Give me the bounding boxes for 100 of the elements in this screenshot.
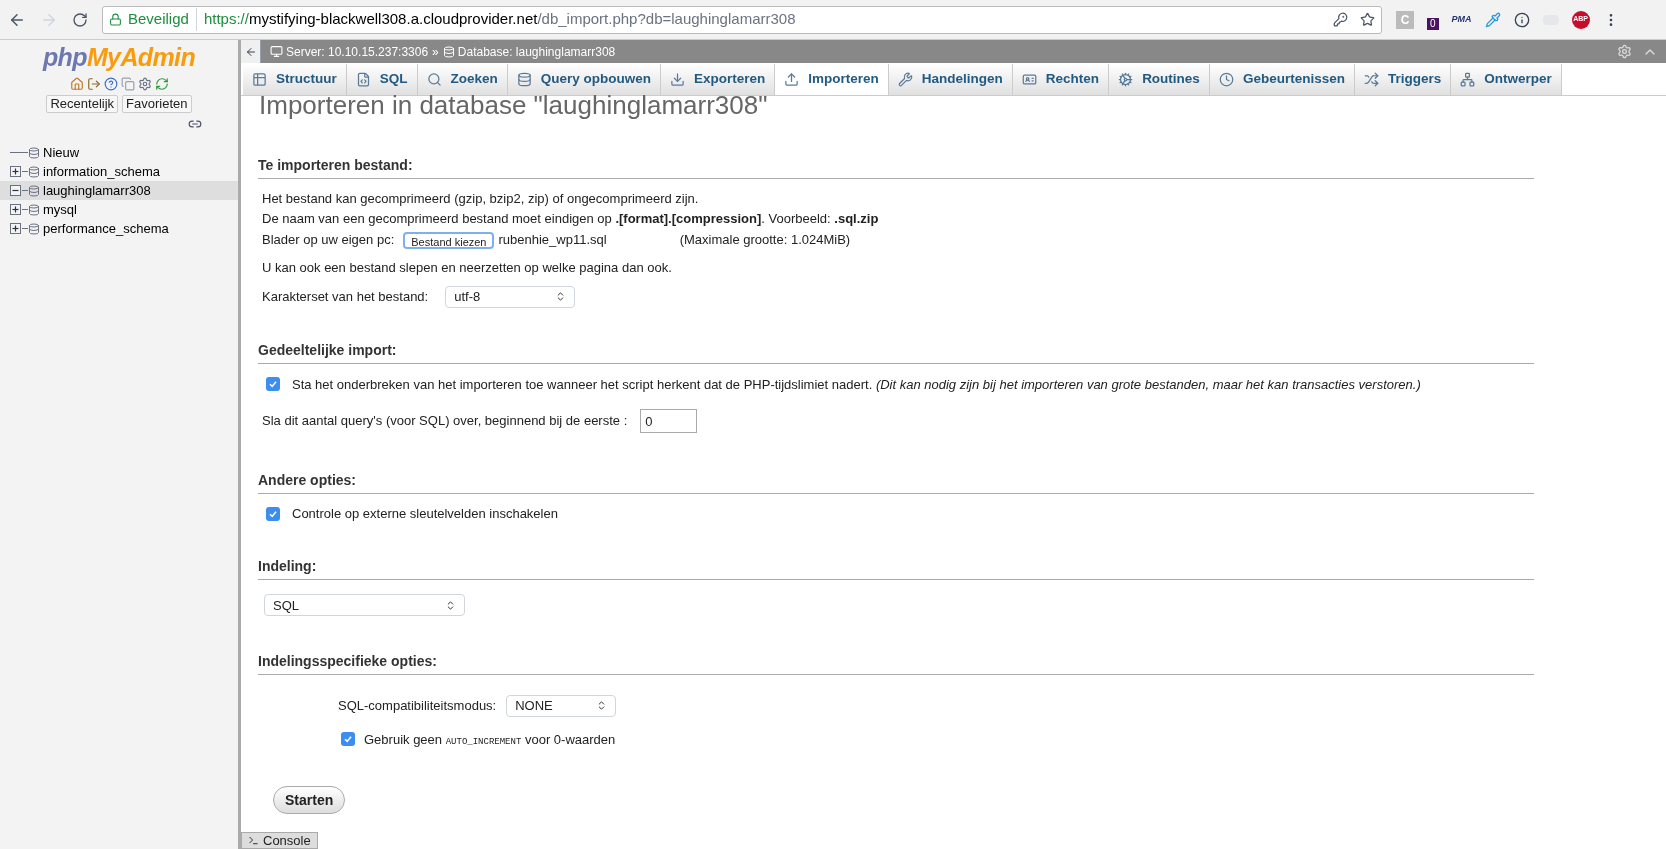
checkbox[interactable] bbox=[341, 732, 355, 747]
collapse-icon[interactable] bbox=[10, 185, 21, 196]
home-icon[interactable] bbox=[69, 77, 84, 91]
export-icon bbox=[670, 72, 686, 87]
database-icon bbox=[28, 184, 40, 197]
tab[interactable]: SQL bbox=[346, 64, 418, 95]
breadcrumb-link[interactable]: Server: 10.10.15.237:3306 bbox=[286, 42, 429, 61]
option-label: Controle op externe sleutelvelden inschakelen bbox=[292, 505, 558, 523]
tab[interactable]: Structuur bbox=[243, 64, 347, 95]
sidebar-button[interactable]: Recentelijk bbox=[46, 95, 119, 113]
section-heading: Gedeeltelijke import: bbox=[258, 339, 1534, 364]
database-icon bbox=[28, 165, 40, 178]
eyedropper-icon[interactable] bbox=[1484, 11, 1501, 28]
server-icon bbox=[270, 45, 283, 58]
collapse-sidebar-button[interactable] bbox=[241, 40, 261, 63]
description-text: De naam van een gecomprimeerd bestand moet eindigen op .[format].[compression]. Voorbeeld: .sql.zip bbox=[262, 209, 880, 228]
database-icon bbox=[28, 203, 40, 216]
tree-label: laughinglamarr308 bbox=[43, 181, 151, 200]
star-icon[interactable] bbox=[1360, 12, 1375, 27]
url-text: https://mystifying-blackwell308.a.cloudprovider.net/db_import.php?db=laughinglamarr308 bbox=[203, 9, 796, 30]
tree-label: information_schema bbox=[43, 162, 161, 181]
compatibility-select[interactable]: NONE bbox=[506, 694, 617, 717]
sidebar-button[interactable]: Favorieten bbox=[122, 95, 192, 113]
diagram-icon bbox=[1460, 72, 1476, 87]
option-label: Gebruik geen AUTO_INCREMENT voor 0-waarden bbox=[364, 730, 616, 749]
clock-icon bbox=[1218, 72, 1234, 87]
tree-item[interactable]: information_schema bbox=[0, 162, 238, 181]
help-icon[interactable] bbox=[103, 77, 118, 91]
arrow-left-icon bbox=[244, 45, 257, 58]
description-text: Het bestand kan gecomprimeerd (gzip, bzip2, zip) of ongecomprimeerd zijn. bbox=[262, 190, 700, 208]
section-heading: Te importeren bestand: bbox=[258, 155, 1534, 179]
tree-item[interactable]: Nieuw bbox=[0, 143, 238, 162]
option-label: Sta het onderbreken van het importeren toe wanneer het script herkent dat de PHP-tijdslimiet nadert. (Dit kan nodig zijn bij het importeren van grote bestanden, maar het kan transacties verstoren.) bbox=[292, 375, 1421, 394]
search-icon bbox=[426, 72, 442, 87]
checkbox[interactable] bbox=[266, 377, 280, 392]
terminal-icon bbox=[248, 835, 259, 846]
extension-icon[interactable]: PMA bbox=[1451, 12, 1472, 27]
choose-file-button[interactable]: Bestand kiezen bbox=[403, 231, 495, 249]
field-label: Blader op uw eigen pc: bbox=[262, 231, 395, 250]
tree-item[interactable]: laughinglamarr308 bbox=[0, 181, 238, 200]
format-select[interactable]: SQL bbox=[264, 594, 465, 617]
file-name: rubenhie_wp11.sql bbox=[498, 231, 607, 250]
tab[interactable]: Ontwerper bbox=[1451, 64, 1562, 95]
table-icon bbox=[252, 72, 267, 87]
tree-label: performance_schema bbox=[43, 219, 169, 238]
section-heading: Andere opties: bbox=[258, 470, 1534, 494]
document-icon bbox=[355, 72, 371, 87]
hint-text: U kan ook een bestand slepen en neerzetten op welke pagina dan ook. bbox=[262, 259, 673, 277]
settings-icon[interactable] bbox=[137, 77, 152, 91]
page-title: Importeren in database "laughinglamarr308" bbox=[259, 92, 769, 118]
reload-icon[interactable] bbox=[154, 77, 169, 91]
new-database-icon bbox=[28, 146, 40, 159]
tree-item[interactable]: mysql bbox=[0, 200, 238, 219]
tab[interactable]: Exporteren bbox=[661, 64, 776, 95]
database-icon bbox=[516, 72, 532, 87]
console-tab[interactable]: Console bbox=[241, 832, 318, 849]
tree-item[interactable]: performance_schema bbox=[0, 219, 238, 238]
key-icon[interactable] bbox=[1333, 12, 1348, 27]
tab[interactable]: Zoeken bbox=[417, 64, 508, 95]
info-icon[interactable] bbox=[1513, 11, 1530, 28]
gears-icon bbox=[1118, 72, 1134, 87]
section-heading: Indeling: bbox=[258, 555, 1534, 580]
shuffle-icon bbox=[1363, 72, 1379, 87]
section-heading: Indelingsspecifieke opties: bbox=[258, 650, 1534, 675]
checkmark-icon bbox=[268, 508, 278, 519]
extension-badge[interactable]: 0 bbox=[1427, 17, 1439, 30]
checkmark-icon bbox=[343, 734, 353, 745]
exit-icon[interactable] bbox=[86, 77, 101, 91]
tab[interactable]: Handelingen bbox=[888, 64, 1013, 95]
phpmyadmin-logo[interactable]: phpMyAdmin bbox=[0, 42, 238, 72]
link-icon[interactable] bbox=[188, 117, 202, 131]
tab[interactable]: Triggers bbox=[1354, 64, 1452, 95]
expand-icon[interactable] bbox=[10, 204, 21, 215]
skip-count-field[interactable]: 0 bbox=[640, 409, 698, 433]
field-label: Karakterset van het bestand: bbox=[262, 287, 429, 306]
expand-icon[interactable] bbox=[10, 223, 21, 234]
breadcrumb-link[interactable]: Database: laughinglamarr308 bbox=[457, 42, 616, 61]
tab[interactable]: Rechten bbox=[1012, 64, 1110, 95]
import-icon bbox=[784, 72, 800, 87]
field-label: Sla dit aantal query's (voor SQL) over, beginnend bij de eerste : bbox=[262, 412, 628, 431]
expand-icon[interactable] bbox=[10, 166, 21, 177]
breadcrumb-separator: » bbox=[432, 43, 439, 61]
tree-label: Nieuw bbox=[43, 143, 80, 162]
charset-select[interactable]: utf-8 bbox=[445, 285, 576, 308]
database-icon bbox=[442, 45, 455, 58]
address-bar[interactable]: Beveiligd https://mystifying-blackwell308.a.cloudprovider.net/db_import.php?db=laughinglamarr308 bbox=[102, 5, 1382, 34]
checkbox[interactable] bbox=[266, 506, 280, 521]
documents-icon[interactable] bbox=[120, 77, 135, 91]
tab[interactable]: Gebeurtenissen bbox=[1209, 64, 1355, 95]
wrench-icon bbox=[897, 72, 913, 87]
database-icon bbox=[28, 222, 40, 235]
lock-icon bbox=[109, 13, 122, 26]
checkmark-icon bbox=[268, 379, 278, 390]
secure-label: Beveiligd bbox=[128, 8, 197, 31]
max-size-note: (Maximale grootte: 1.024MiB) bbox=[679, 231, 851, 250]
tab[interactable]: Query opbouwen bbox=[507, 64, 662, 95]
tab[interactable]: Routines bbox=[1109, 64, 1210, 95]
id-card-icon bbox=[1021, 72, 1037, 87]
start-button[interactable]: Starten bbox=[273, 786, 346, 814]
reload-icon[interactable] bbox=[72, 11, 88, 28]
